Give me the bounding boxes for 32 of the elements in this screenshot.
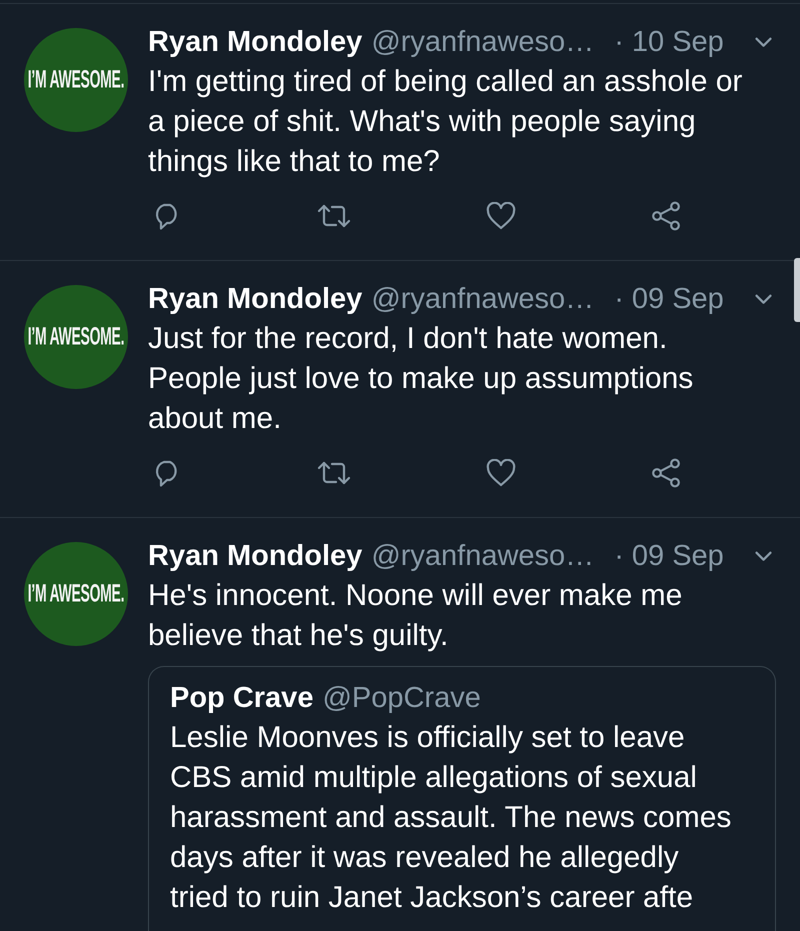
quoted-author-handle: @PopCrave: [322, 682, 481, 714]
author-name[interactable]: Ryan Mondoley: [148, 540, 362, 572]
chevron-down-icon[interactable]: [755, 36, 772, 48]
heart-icon[interactable]: [486, 459, 516, 487]
share-icon[interactable]: [651, 458, 681, 488]
heart-icon[interactable]: [486, 202, 516, 230]
author-handle: @ryanfnaweso…: [371, 26, 594, 58]
avatar-caption: I’M AWESOME.: [28, 68, 124, 92]
avatar-caption: I’M AWESOME.: [28, 582, 124, 606]
share-icon[interactable]: [651, 201, 681, 231]
author-name[interactable]: Ryan Mondoley: [148, 26, 362, 58]
tweet-text: Just for the record, I don't hate women. People just love to make up assumptions about me.: [148, 321, 694, 437]
quoted-tweet-text: Leslie Moonves is officially set to leave CBS amid multiple allegations of sexual harassment and assault. The news comes days after it was revealed he allegedly tried to ruin Janet Jackson’s career afte: [170, 720, 732, 916]
author-name[interactable]: Ryan Mondoley: [148, 282, 362, 316]
scrollbar-thumb[interactable]: [794, 258, 800, 322]
avatar-caption: I’M AWESOME.: [28, 324, 124, 350]
tweet-text: I'm getting tired of being called an asshole or a piece of shit. What's with people saying things like that to me?: [148, 64, 744, 180]
quoted-author-name: Pop Crave: [170, 682, 314, 714]
retweet-icon[interactable]: [317, 460, 351, 486]
quoted-tweet-card[interactable]: [148, 666, 776, 931]
avatar[interactable]: I’M AWESOME.: [24, 542, 128, 646]
tweet-time: · 09 Sep: [614, 540, 724, 572]
avatar[interactable]: I’M AWESOME.: [24, 28, 128, 132]
tweet-time: · 09 Sep: [614, 282, 724, 316]
chevron-down-icon[interactable]: [755, 294, 772, 304]
author-handle: @ryanfnaweso…: [371, 282, 594, 316]
tweet-time: · 10 Sep: [614, 26, 724, 58]
tweet-text: He's innocent. Noone will ever make me believe that he's guilty.: [148, 578, 684, 654]
author-handle: @ryanfnaweso…: [371, 540, 594, 572]
avatar[interactable]: I’M AWESOME.: [24, 285, 128, 389]
retweet-icon[interactable]: [317, 203, 351, 229]
chevron-down-icon[interactable]: [755, 550, 772, 562]
